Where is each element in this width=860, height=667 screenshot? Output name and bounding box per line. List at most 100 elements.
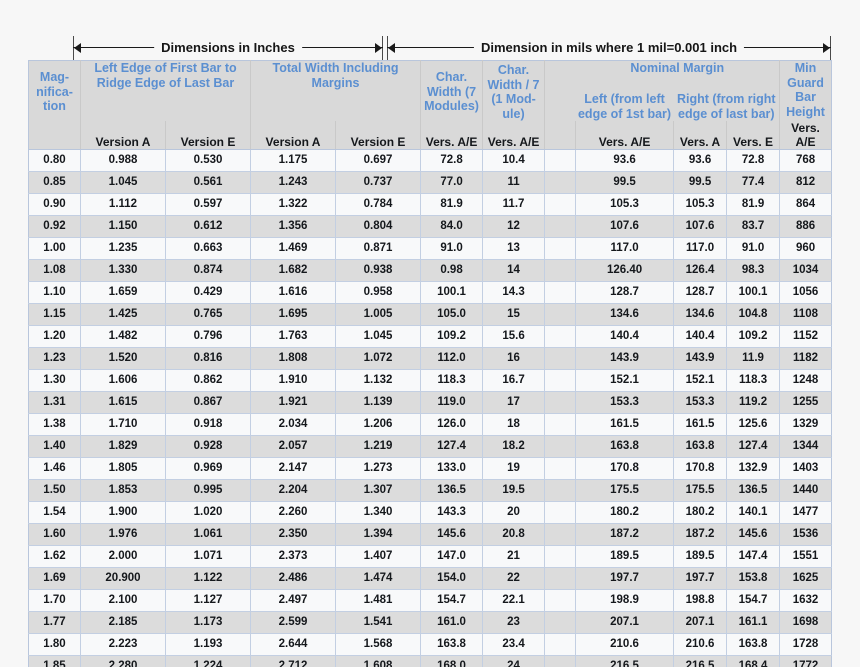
table-cell: 1.682 (250, 259, 336, 282)
table-cell: 1.568 (335, 633, 421, 656)
table-cell: 2.260 (250, 501, 336, 524)
table-cell: 189.5 (575, 545, 674, 568)
table-cell: 152.1 (673, 369, 727, 392)
table-cell: 864 (779, 193, 832, 216)
table-cell: 77.4 (726, 171, 780, 194)
table-cell: 1034 (779, 259, 832, 282)
table-row: 1.38 1.710 0.918 2.034 1.206 126.0 18 161.5 161.… (28, 413, 832, 436)
table-cell: 154.0 (420, 567, 483, 590)
table-cell: 2.644 (250, 633, 336, 656)
table-cell: 127.4 (726, 435, 780, 458)
cell-magnification: 1.38 (28, 413, 81, 436)
table-cell: 134.6 (575, 303, 674, 326)
table-cell: 18.2 (482, 435, 545, 458)
table-cell: 136.5 (726, 479, 780, 502)
cell-magnification: 1.20 (28, 325, 81, 348)
table-cell: 1.122 (164, 567, 251, 590)
table-cell: 2.057 (250, 435, 336, 458)
subheader-total-width-version-a: Version A (250, 121, 336, 150)
table-cell: 20 (482, 501, 545, 524)
table-cell: 126.4 (673, 259, 727, 282)
table-cell: 0.663 (164, 237, 251, 260)
table-cell: 1.061 (164, 523, 251, 546)
table-cell: 1.853 (80, 479, 166, 502)
header-magnification: Mag- nifica- tion (28, 60, 81, 121)
header-min-guard-bar-height: Min Guard Bar Height (779, 60, 832, 121)
table-cell: 0.871 (335, 237, 421, 260)
cell-magnification: 1.62 (28, 545, 81, 568)
table-cell: 0.784 (335, 193, 421, 216)
table-cell: 1344 (779, 435, 832, 458)
cell-magnification: 1.08 (28, 259, 81, 282)
table-cell: 1.695 (250, 303, 336, 326)
table-header: Mag- nifica- tion Left Edge of First Bar… (28, 60, 832, 150)
char-width-7-line-2: Width (7 (426, 84, 477, 99)
table-cell: 1.615 (80, 391, 166, 414)
table-cell: 0.561 (164, 171, 251, 194)
table-cell (544, 413, 576, 436)
table-cell: 133.0 (420, 457, 483, 480)
table-cell: 1.175 (250, 149, 336, 172)
table-cell: 1.482 (80, 325, 166, 348)
inches-span-left-arrow-icon (74, 42, 81, 53)
min-guard-line-2: Bar Height (786, 90, 825, 119)
table-row: 0.92 1.150 0.612 1.356 0.804 84.0 12 107.6 107.6… (28, 215, 832, 238)
table-cell: 84.0 (420, 215, 483, 238)
subheader-spacer (544, 121, 576, 150)
table-cell: 19.5 (482, 479, 545, 502)
table-cell: 91.0 (726, 237, 780, 260)
table-cell (544, 435, 576, 458)
table-cell: 0.867 (164, 391, 251, 414)
table-cell: 1056 (779, 281, 832, 304)
table-cell: 1.481 (335, 589, 421, 612)
table-cell: 105.3 (575, 193, 674, 216)
table-cell (544, 633, 576, 656)
header-left-edge-group: Left Edge of First Bar to Ridge Edge of … (79, 60, 251, 121)
table-cell: 1728 (779, 633, 832, 656)
table-cell (544, 347, 576, 370)
barcode-dimensions-page: Dimensions in Inches Dimension in mils w… (0, 0, 860, 667)
table-cell: 105.3 (673, 193, 727, 216)
table-cell: 1.045 (80, 171, 166, 194)
cell-magnification: 1.77 (28, 611, 81, 634)
table-cell (544, 193, 576, 216)
table-cell: 161.5 (673, 413, 727, 436)
header-magnification-line-2: nifica- (36, 84, 73, 99)
table-cell: 72.8 (726, 149, 780, 172)
subheader-total-width-version-e: Version E (335, 121, 421, 150)
table-cell: 187.2 (673, 523, 727, 546)
min-guard-line-1: Min Guard (787, 61, 824, 90)
table-row: 1.77 2.185 1.173 2.599 1.541 161.0 23 207.1 207.… (28, 611, 832, 634)
table-cell: 128.7 (673, 281, 727, 304)
table-row: 1.50 1.853 0.995 2.204 1.307 136.5 19.5 175.5 17… (28, 479, 832, 502)
table-cell: 1.132 (335, 369, 421, 392)
table-cell: 153.3 (673, 391, 727, 414)
table-cell (544, 457, 576, 480)
table-cell: 2.204 (250, 479, 336, 502)
table-cell: 16.7 (482, 369, 545, 392)
table-cell: 168.0 (420, 655, 483, 667)
table-cell: 119.0 (420, 391, 483, 414)
table-cell: 1440 (779, 479, 832, 502)
table-cell: 1.976 (80, 523, 166, 546)
table-row: 1.54 1.900 1.020 2.260 1.340 143.3 20 180.2 180.… (28, 501, 832, 524)
table-cell: 81.9 (726, 193, 780, 216)
table-cell: 100.1 (726, 281, 780, 304)
table-cell: 175.5 (673, 479, 727, 502)
table-cell: 93.6 (575, 149, 674, 172)
table-cell (544, 589, 576, 612)
table-cell: 1.805 (80, 457, 166, 480)
table-cell: 20.8 (482, 523, 545, 546)
table-cell (544, 325, 576, 348)
subheader-left-edge-version-e: Version E (164, 121, 251, 150)
table-cell: 2.100 (80, 589, 166, 612)
table-cell: 163.8 (726, 633, 780, 656)
subheader-margin-right-version-a: Vers. A (673, 121, 727, 150)
table-cell: 198.8 (673, 589, 727, 612)
table-cell: 81.9 (420, 193, 483, 216)
table-cell: 1.474 (335, 567, 421, 590)
subheader-char-width-1: Vers. A/E (482, 121, 545, 150)
table-cell: 1698 (779, 611, 832, 634)
table-cell: 136.5 (420, 479, 483, 502)
table-cell: 17 (482, 391, 545, 414)
